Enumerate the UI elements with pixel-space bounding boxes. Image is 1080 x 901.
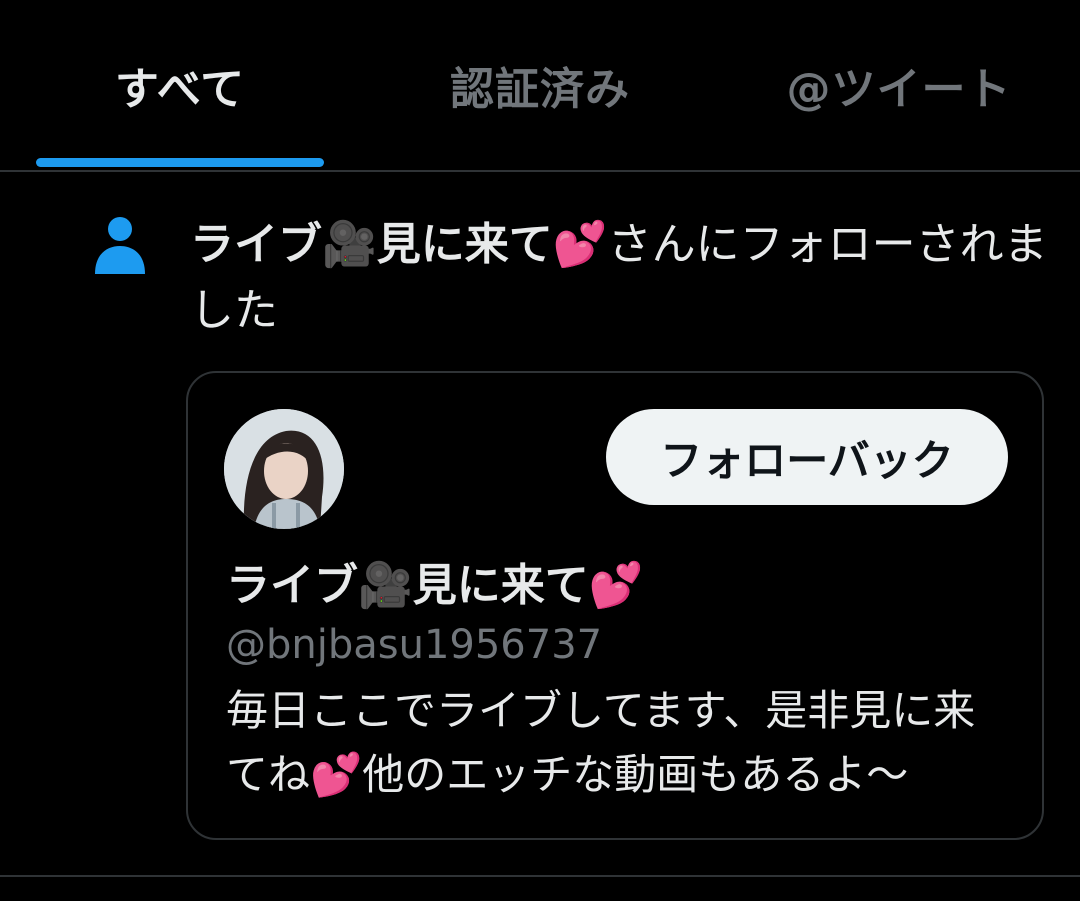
notification-user-name[interactable]: ライブ🎥見に来て💕: [190, 219, 608, 270]
avatar[interactable]: [224, 409, 344, 529]
follow-notification[interactable]: ライブ🎥見に来て💕さんにフォローされました フォローバック ライブ🎥見に来て💕 …: [0, 174, 1080, 877]
tab-all[interactable]: すべて: [36, 0, 324, 170]
active-tab-indicator: [36, 158, 324, 167]
tab-verified-label: 認証済み: [450, 64, 630, 115]
avatar-image: [224, 409, 344, 529]
tab-verified[interactable]: 認証済み: [395, 0, 685, 170]
notification-text: ライブ🎥見に来て💕さんにフォローされました: [190, 212, 1050, 344]
user-card[interactable]: フォローバック ライブ🎥見に来て💕 @bnjbasu1956737 毎日ここでラ…: [186, 371, 1044, 840]
tab-bar: すべて 認証済み @ツイート: [0, 0, 1080, 172]
tab-mentions[interactable]: @ツイート: [760, 0, 1038, 170]
follow-back-button[interactable]: フォローバック: [606, 409, 1008, 505]
tab-all-label: すべて: [114, 64, 246, 115]
card-bio: 毎日ここでライブしてます、是非見に来てね💕他のエッチな動画もあるよ〜: [226, 686, 976, 799]
tab-mentions-label: @ツイート: [786, 64, 1012, 115]
card-handle[interactable]: @bnjbasu1956737: [226, 617, 602, 673]
card-display-name[interactable]: ライブ🎥見に来て💕: [226, 556, 644, 616]
person-icon: [95, 217, 145, 274]
